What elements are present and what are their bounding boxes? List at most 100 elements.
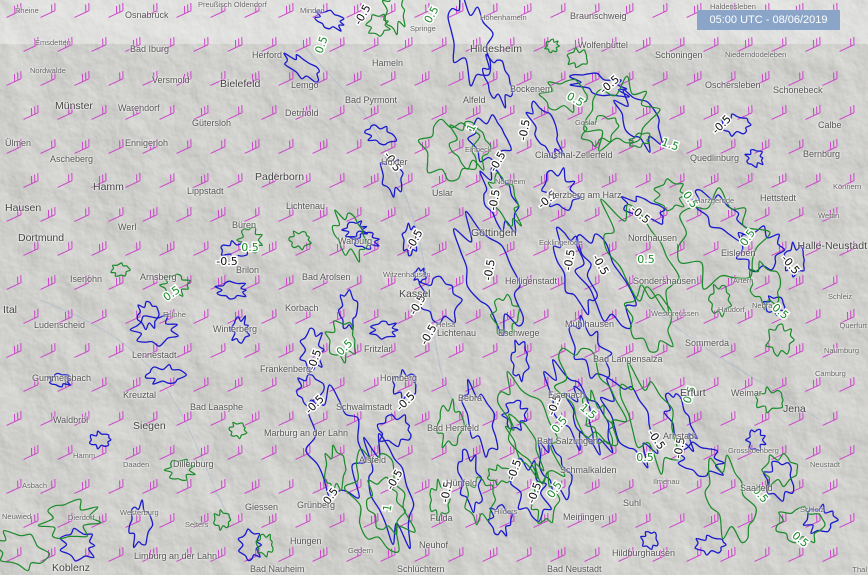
wind-barb — [635, 37, 651, 52]
city-label: Neuhof — [419, 540, 449, 550]
city-label: Wettin — [818, 211, 840, 220]
city-label: Eisenach — [548, 390, 586, 400]
wind-barb — [57, 173, 73, 188]
city-label: Northeim — [495, 177, 526, 186]
wind-barb — [295, 37, 311, 52]
contour-line — [237, 528, 262, 562]
wind-barb — [397, 173, 413, 188]
city-label: Westerburg — [120, 508, 159, 517]
city-label: Neuwied — [2, 512, 32, 521]
wind-barb — [669, 513, 685, 528]
city-label: Brilon — [236, 265, 260, 275]
contour-line — [381, 0, 406, 36]
wind-barb — [227, 377, 243, 392]
contour-level-label: 0.5 — [564, 90, 586, 110]
wind-barb — [176, 411, 192, 426]
city-label: Kreuztal — [123, 390, 157, 400]
wind-barb — [108, 479, 124, 494]
wind-barb — [159, 513, 175, 528]
city-label: Koblenz — [52, 562, 90, 574]
wind-barb — [533, 173, 549, 188]
wind-barb — [261, 513, 277, 528]
city-label: Schwalmstadt — [336, 402, 393, 412]
wind-barb — [244, 343, 260, 358]
wind-barb — [720, 139, 736, 154]
wind-barb — [176, 479, 192, 494]
wind-barb — [771, 105, 787, 120]
wind-barb — [550, 547, 566, 562]
wind-barb — [6, 479, 22, 494]
wind-barb — [74, 3, 90, 18]
wind-barb — [635, 377, 651, 392]
city-label: Haudorf — [718, 305, 745, 314]
wind-barb — [839, 37, 855, 52]
contour-line — [110, 262, 131, 277]
city-label: Gedern — [348, 546, 374, 555]
wind-barb — [482, 479, 498, 494]
wind-barb — [244, 479, 260, 494]
wind-barb — [533, 309, 549, 324]
wind-barb — [788, 275, 804, 290]
contour-level-label: 0.5 — [549, 414, 570, 436]
contour-line — [640, 530, 659, 551]
wind-barb — [329, 173, 345, 188]
city-label: Büren — [232, 220, 257, 230]
wind-barb — [193, 241, 209, 256]
wind-barb — [74, 139, 90, 154]
wind-barb — [363, 513, 379, 528]
city-label: Dillenburg — [173, 459, 214, 469]
wind-barb — [431, 377, 447, 392]
wind-barb — [108, 411, 124, 426]
wind-barb — [363, 309, 379, 324]
city-label: Versmold — [152, 75, 190, 85]
weather-map[interactable]: -0.5 0.5 0.5 1 -0.5 0.5 -0.5 -0.5 -0.5 -0.5 -0.5 0.… — [0, 0, 868, 575]
wind-barb — [210, 479, 226, 494]
wind-barb — [40, 547, 56, 562]
city-label: Gütersloh — [192, 118, 232, 128]
city-label: Detmold — [285, 108, 319, 118]
city-label: Paderborn — [255, 171, 305, 183]
wind-barb — [346, 411, 362, 426]
wind-barb — [482, 547, 498, 562]
wind-barb — [839, 105, 855, 120]
wind-barb — [601, 445, 617, 460]
contour-level-label: -0.5 — [516, 118, 533, 141]
contour-line — [365, 13, 391, 37]
wind-barb — [91, 37, 107, 52]
city-label: Meiningen — [563, 512, 605, 522]
city-label: Uslar — [432, 188, 454, 198]
wind-barb — [822, 479, 838, 494]
wind-barb — [159, 173, 175, 188]
wind-barb — [601, 105, 617, 120]
city-label: Hildesheim — [470, 43, 522, 55]
city-label: Eslohe — [163, 310, 186, 319]
wind-barb — [295, 513, 311, 528]
wind-barb — [244, 139, 260, 154]
city-label: Lichtenau — [437, 328, 477, 338]
city-label: Schonebeck — [773, 85, 823, 95]
wind-barb — [414, 479, 430, 494]
contour-level-label: 0.5 — [637, 253, 655, 266]
contour-level-label: -0.5 — [505, 458, 525, 483]
city-label: Westgreussen — [651, 309, 699, 318]
city-label: Suhl — [623, 498, 642, 508]
wind-barb — [448, 275, 464, 290]
contour-level-label: -0.5 — [779, 252, 803, 277]
wind-barb — [805, 445, 821, 460]
wind-barb — [482, 411, 498, 426]
wind-barb — [686, 547, 702, 562]
wind-barb — [448, 343, 464, 358]
wind-barb — [839, 513, 855, 528]
wind-barb — [448, 547, 464, 562]
wind-barb — [176, 3, 192, 18]
city-label: Thal — [852, 565, 867, 574]
wind-barb — [635, 309, 651, 324]
city-label: Höxter — [381, 157, 408, 167]
city-label: Saalfeld — [740, 483, 773, 493]
wind-barb — [754, 547, 770, 562]
wind-barb — [822, 275, 838, 290]
city-label: Dierdorf — [68, 513, 95, 522]
city-label: Schleiz — [800, 505, 825, 514]
city-label: Heiligenstadt — [505, 276, 558, 286]
city-label: Fritzlar — [364, 344, 392, 354]
